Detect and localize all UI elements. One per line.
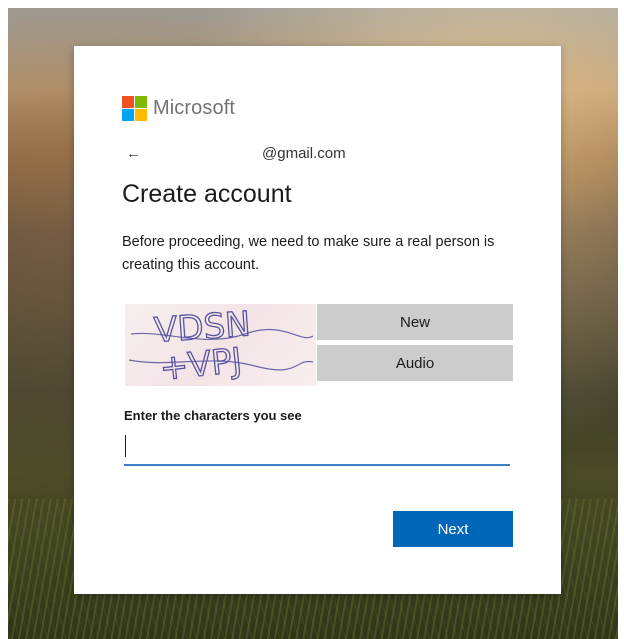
frame-edge-top [0, 0, 624, 8]
page-description: Before proceeding, we need to make sure … [122, 234, 495, 273]
captcha-image: VDSN +VPJ [125, 304, 316, 390]
captcha-field-label: Enter the characters you see [124, 408, 302, 423]
audio-captcha-button[interactable]: Audio [317, 345, 513, 381]
identity-banner: ← @gmail.com [126, 142, 346, 164]
page-title: Create account [122, 180, 292, 208]
captcha-line2: +VPJ [158, 341, 244, 386]
microsoft-logo-icon [122, 96, 147, 121]
new-captcha-button[interactable]: New [317, 304, 513, 340]
signup-card: Microsoft ← @gmail.com Create account Be… [74, 46, 561, 594]
captcha-input[interactable] [124, 430, 510, 466]
frame-edge-left [0, 0, 8, 639]
text-caret [125, 435, 126, 457]
frame-edge-right [618, 0, 624, 639]
logo-text: Microsoft [153, 97, 236, 119]
email-redacted [146, 143, 258, 163]
email-domain: @gmail.com [262, 144, 346, 162]
microsoft-logo: Microsoft [122, 96, 235, 121]
next-button[interactable]: Next [393, 511, 513, 547]
back-arrow-icon[interactable]: ← [126, 145, 146, 162]
captcha-glyphs: VDSN +VPJ [128, 304, 314, 390]
